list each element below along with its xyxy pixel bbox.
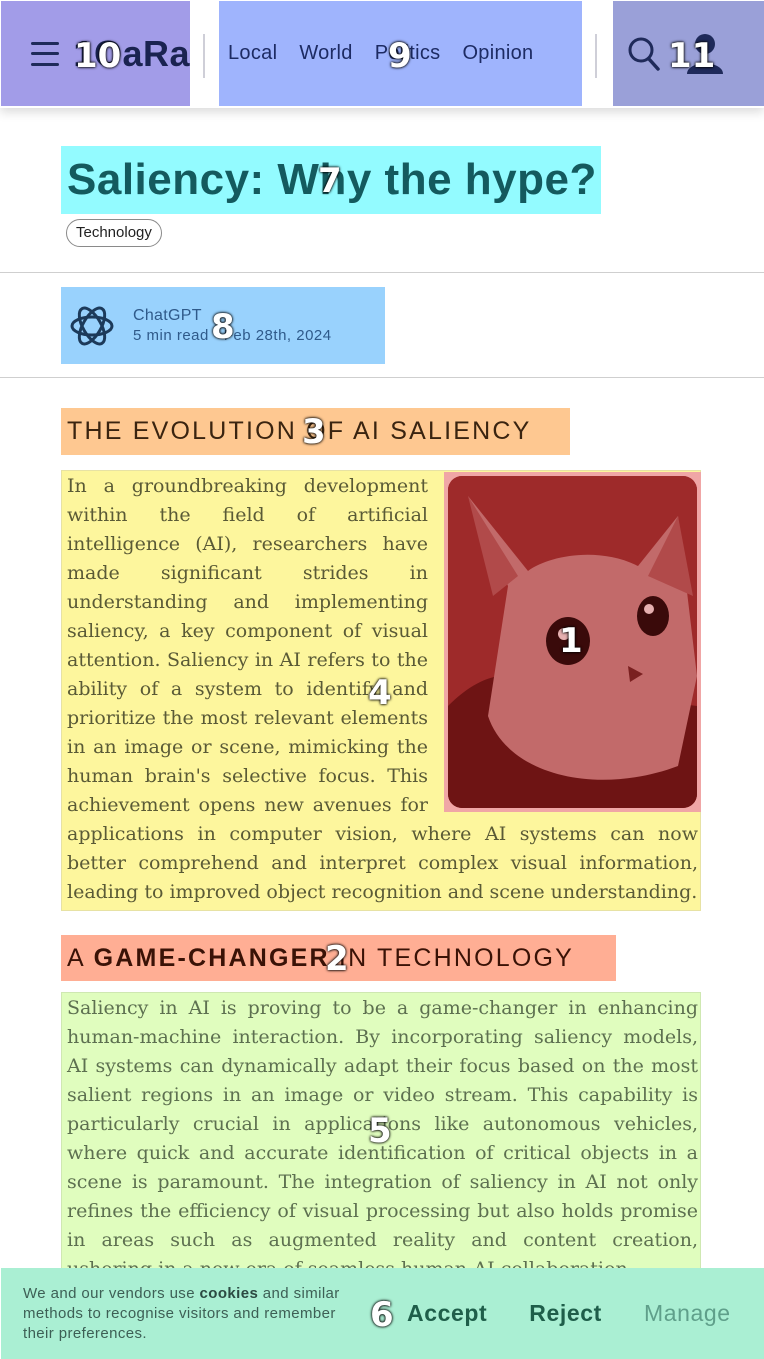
header-divider bbox=[203, 34, 205, 78]
author-name[interactable]: ChatGPT bbox=[133, 307, 332, 325]
user-account-icon[interactable] bbox=[683, 32, 733, 76]
read-time-date: 5 min read · Feb 28th, 2024 bbox=[133, 327, 332, 344]
cookie-message: We and our vendors use cookies and simil… bbox=[23, 1284, 343, 1344]
heading-suffix: IN TECHNOLOGY bbox=[329, 943, 575, 972]
cat-illustration bbox=[448, 476, 697, 808]
accept-cookies-button[interactable]: Accept bbox=[407, 1300, 487, 1327]
section-heading-evolution: THE EVOLUTION OF AI SALIENCY bbox=[61, 408, 570, 455]
section-heading-text: A GAME-CHANGER IN TECHNOLOGY bbox=[67, 944, 574, 973]
reject-cookies-button[interactable]: Reject bbox=[529, 1300, 602, 1327]
heading-emphasis: GAME-CHANGER bbox=[93, 943, 330, 972]
site-logo[interactable]: 1OaRa bbox=[73, 33, 190, 75]
cookie-keyword: cookies bbox=[199, 1284, 259, 1302]
article-title: Saliency: Why the hype? bbox=[67, 155, 597, 204]
header-actions bbox=[613, 1, 764, 106]
nav-item-opinion[interactable]: Opinion bbox=[462, 42, 533, 65]
nav-item-local[interactable]: Local bbox=[228, 42, 277, 65]
manage-cookies-button[interactable]: Manage bbox=[644, 1300, 731, 1327]
article-title-region: Saliency: Why the hype? bbox=[61, 146, 601, 214]
article-image bbox=[444, 472, 701, 812]
heading-prefix: A bbox=[67, 943, 94, 972]
section-heading-game-changer: A GAME-CHANGER IN TECHNOLOGY bbox=[61, 935, 616, 981]
divider bbox=[0, 377, 764, 378]
author-byline[interactable]: ChatGPT 5 min read · Feb 28th, 2024 bbox=[61, 287, 385, 364]
openai-logo-icon bbox=[70, 306, 114, 345]
nav-item-politics[interactable]: Politics bbox=[375, 42, 441, 65]
paragraph-text: Saliency in AI is proving to be a game-c… bbox=[67, 997, 698, 1280]
section-heading-text: THE EVOLUTION OF AI SALIENCY bbox=[67, 417, 532, 445]
nav-item-world[interactable]: World bbox=[299, 42, 352, 65]
hamburger-menu-icon[interactable] bbox=[31, 41, 60, 66]
category-tag[interactable]: Technology bbox=[66, 219, 162, 247]
logo-area[interactable]: 1OaRa bbox=[1, 1, 190, 106]
divider bbox=[0, 272, 764, 273]
cookie-text: We and our vendors use bbox=[23, 1284, 200, 1302]
cat-photo bbox=[448, 476, 697, 808]
search-icon[interactable] bbox=[627, 36, 661, 72]
main-nav: Local World Politics Opinion bbox=[219, 1, 582, 106]
article-paragraph-1: In a groundbreaking development within t… bbox=[61, 470, 701, 911]
cookie-banner: We and our vendors use cookies and simil… bbox=[1, 1268, 764, 1359]
header-divider bbox=[595, 34, 597, 78]
article-paragraph-2: Saliency in AI is proving to be a game-c… bbox=[61, 992, 701, 1292]
